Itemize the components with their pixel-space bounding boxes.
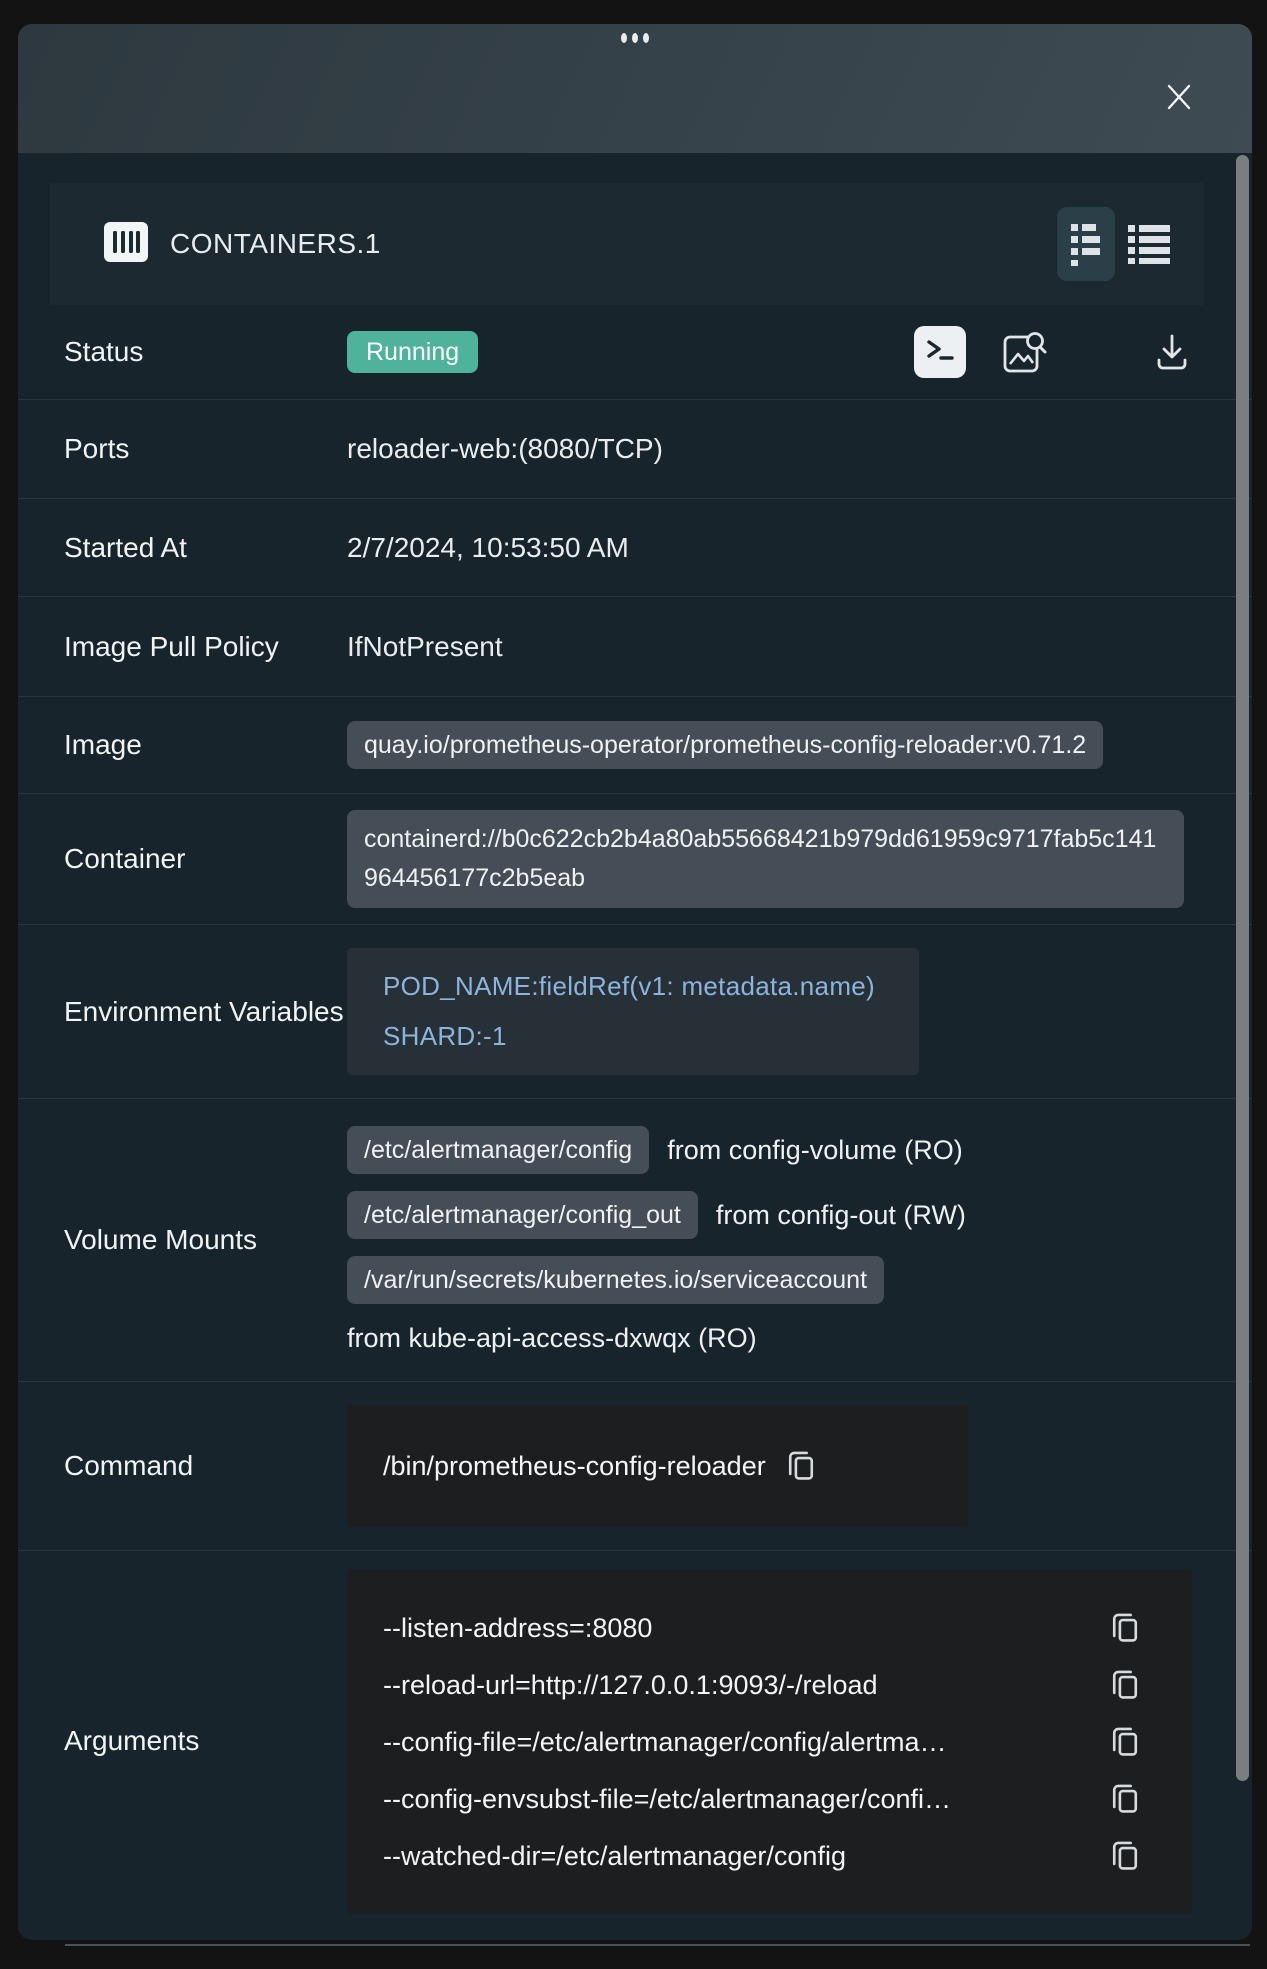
list-view-toggle-button[interactable] bbox=[1124, 219, 1174, 269]
command-row: Command /bin/prometheus-config-reloader bbox=[18, 1382, 1252, 1551]
copy-command-button[interactable] bbox=[786, 1449, 816, 1483]
scrollbar[interactable] bbox=[1236, 155, 1249, 1781]
argument-item: --config-file=/etc/alertmanager/config/a… bbox=[383, 1714, 1140, 1771]
bottom-divider bbox=[65, 1944, 1250, 1946]
environment-variables-box: POD_NAME:fieldRef(v1: metadata.name) SHA… bbox=[347, 948, 919, 1075]
image-row: Image quay.io/prometheus-operator/promet… bbox=[18, 697, 1252, 794]
detail-rows: Status Running bbox=[18, 305, 1252, 1931]
mount-from-text: from config-volume (RO) bbox=[667, 1135, 963, 1166]
modal-body: CONTAINERS.1 bbox=[18, 153, 1252, 1940]
list-view-icon bbox=[1128, 224, 1170, 264]
mount-path-pill: /etc/alertmanager/config bbox=[347, 1126, 649, 1174]
mount-from-text: from config-out (RW) bbox=[716, 1200, 966, 1231]
started-at-row: Started At 2/7/2024, 10:53:50 AM bbox=[18, 499, 1252, 597]
copy-argument-button[interactable] bbox=[1110, 1611, 1140, 1645]
exec-terminal-button[interactable] bbox=[914, 326, 966, 378]
copy-argument-button[interactable] bbox=[1110, 1782, 1140, 1816]
argument-item: --config-envsubst-file=/etc/alertmanager… bbox=[383, 1771, 1140, 1828]
volume-mount-item: /etc/alertmanager/config_out from config… bbox=[347, 1191, 966, 1239]
download-icon bbox=[1152, 330, 1192, 374]
container-id-label: Container bbox=[64, 834, 347, 884]
ports-value: reloader-web:(8080/TCP) bbox=[347, 433, 663, 465]
copy-icon bbox=[1110, 1611, 1140, 1645]
command-label: Command bbox=[64, 1441, 347, 1491]
detail-view-icon bbox=[1071, 222, 1101, 266]
volume-mount-item: /var/run/secrets/kubernetes.io/serviceac… bbox=[347, 1256, 966, 1304]
image-pull-policy-value: IfNotPresent bbox=[347, 631, 503, 663]
copy-argument-button[interactable] bbox=[1110, 1839, 1140, 1873]
status-row: Status Running bbox=[18, 305, 1252, 400]
container-details-modal: CONTAINERS.1 bbox=[18, 24, 1252, 1940]
status-badge: Running bbox=[347, 331, 478, 373]
volume-mounts-list: /etc/alertmanager/config from config-vol… bbox=[347, 1126, 966, 1354]
copy-icon bbox=[1110, 1668, 1140, 1702]
arguments-row: Arguments --listen-address=:8080 bbox=[18, 1551, 1252, 1931]
arguments-box: --listen-address=:8080 --reload-url=http… bbox=[347, 1569, 1192, 1914]
section-title: CONTAINERS.1 bbox=[170, 228, 381, 260]
image-value-pill: quay.io/prometheus-operator/prometheus-c… bbox=[347, 721, 1103, 769]
copy-argument-button[interactable] bbox=[1110, 1725, 1140, 1759]
download-logs-button[interactable] bbox=[1152, 330, 1192, 374]
close-button[interactable] bbox=[1161, 80, 1197, 116]
copy-icon bbox=[1110, 1839, 1140, 1873]
argument-item: --reload-url=http://127.0.0.1:9093/-/rel… bbox=[383, 1657, 1140, 1714]
view-logs-button[interactable] bbox=[1000, 328, 1048, 376]
detail-view-toggle-button[interactable] bbox=[1057, 207, 1115, 281]
environment-variables-row: Environment Variables POD_NAME:fieldRef(… bbox=[18, 925, 1252, 1099]
modal-header bbox=[18, 24, 1252, 153]
volume-mount-item: /etc/alertmanager/config from config-vol… bbox=[347, 1126, 966, 1174]
argument-text: --reload-url=http://127.0.0.1:9093/-/rel… bbox=[383, 1670, 878, 1701]
copy-icon bbox=[1110, 1782, 1140, 1816]
argument-text: --config-file=/etc/alertmanager/config/a… bbox=[383, 1727, 947, 1758]
command-value: /bin/prometheus-config-reloader bbox=[383, 1451, 766, 1482]
drag-handle-dots-icon[interactable] bbox=[621, 33, 649, 43]
copy-icon bbox=[1110, 1725, 1140, 1759]
argument-item: --listen-address=:8080 bbox=[383, 1600, 1140, 1657]
mount-from-text: from kube-api-access-dxwqx (RO) bbox=[347, 1323, 966, 1354]
container-id-row: Container containerd://b0c622cb2b4a80ab5… bbox=[18, 794, 1252, 925]
volume-mounts-row: Volume Mounts /etc/alertmanager/config f… bbox=[18, 1099, 1252, 1382]
container-id-value-pill: containerd://b0c622cb2b4a80ab55668421b97… bbox=[347, 810, 1184, 908]
started-at-value: 2/7/2024, 10:53:50 AM bbox=[347, 532, 629, 564]
started-at-label: Started At bbox=[64, 523, 347, 573]
argument-text: --listen-address=:8080 bbox=[383, 1613, 652, 1644]
ports-row: Ports reloader-web:(8080/TCP) bbox=[18, 400, 1252, 499]
image-pull-policy-row: Image Pull Policy IfNotPresent bbox=[18, 597, 1252, 697]
argument-text: --watched-dir=/etc/alertmanager/config bbox=[383, 1841, 846, 1872]
argument-text: --config-envsubst-file=/etc/alertmanager… bbox=[383, 1784, 951, 1815]
close-icon bbox=[1162, 80, 1196, 114]
mount-path-pill: /var/run/secrets/kubernetes.io/serviceac… bbox=[347, 1256, 884, 1304]
env-var: POD_NAME:fieldRef(v1: metadata.name) bbox=[383, 971, 919, 1002]
page-background: CONTAINERS.1 bbox=[0, 0, 1267, 1969]
volume-mounts-label: Volume Mounts bbox=[64, 1215, 347, 1265]
environment-variables-label: Environment Variables bbox=[64, 987, 347, 1037]
argument-item: --watched-dir=/etc/alertmanager/config bbox=[383, 1828, 1140, 1885]
containers-section-header: CONTAINERS.1 bbox=[50, 183, 1204, 305]
logs-icon bbox=[1000, 328, 1048, 376]
copy-icon bbox=[786, 1449, 816, 1483]
status-label: Status bbox=[64, 327, 347, 377]
copy-argument-button[interactable] bbox=[1110, 1668, 1140, 1702]
image-pull-policy-label: Image Pull Policy bbox=[64, 622, 347, 672]
env-var: SHARD:-1 bbox=[383, 1021, 919, 1052]
image-label: Image bbox=[64, 720, 347, 770]
command-box: /bin/prometheus-config-reloader bbox=[347, 1405, 968, 1527]
ports-label: Ports bbox=[64, 424, 347, 474]
arguments-label: Arguments bbox=[64, 1716, 347, 1766]
container-icon bbox=[103, 220, 149, 269]
mount-path-pill: /etc/alertmanager/config_out bbox=[347, 1191, 698, 1239]
terminal-icon bbox=[920, 332, 960, 372]
